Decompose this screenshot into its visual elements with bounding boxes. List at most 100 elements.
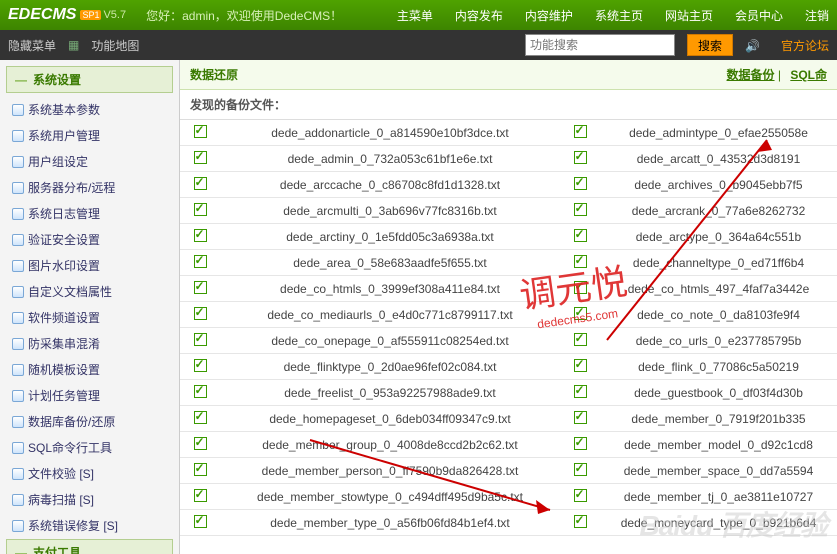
- table-row: dede_member_group_0_4008de8ccd2b2c62.txt…: [180, 432, 837, 458]
- forum-link[interactable]: 官方论坛: [781, 37, 829, 54]
- checkbox[interactable]: [574, 307, 587, 320]
- top-bar: EDECMS SP1 V5.7 您好：admin，欢迎使用DedeCMS！ 主菜…: [0, 0, 837, 30]
- sidebar-item[interactable]: 计划任务管理: [6, 383, 173, 409]
- content-area: 数据还原 数据备份 | SQL命 发现的备份文件： dede_addonarti…: [180, 60, 837, 554]
- nav-main[interactable]: 主菜单: [397, 7, 433, 24]
- link-backup[interactable]: 数据备份: [727, 68, 775, 82]
- checkbox[interactable]: [194, 437, 207, 450]
- checkbox[interactable]: [574, 281, 587, 294]
- filename-right: dede_moneycard_type_0_b921b6d4: [600, 516, 837, 530]
- checkbox[interactable]: [194, 307, 207, 320]
- checkbox[interactable]: [574, 489, 587, 502]
- sidebar-item[interactable]: 病毒扫描 [S]: [6, 487, 173, 513]
- table-row: dede_co_mediaurls_0_e4d0c771c8799117.txt…: [180, 302, 837, 328]
- checkbox[interactable]: [574, 437, 587, 450]
- checkbox[interactable]: [194, 333, 207, 346]
- checkbox[interactable]: [194, 411, 207, 424]
- filename-right: dede_member_tj_0_ae3811e10727: [600, 490, 837, 504]
- sidebar-item[interactable]: 系统用户管理: [6, 123, 173, 149]
- checkbox[interactable]: [574, 333, 587, 346]
- sidebar-item[interactable]: 系统错误修复 [S]: [6, 513, 173, 539]
- checkbox[interactable]: [194, 177, 207, 190]
- sidebar-item[interactable]: 文件校验 [S]: [6, 461, 173, 487]
- sidebar: —系统设置 系统基本参数系统用户管理用户组设定服务器分布/远程系统日志管理验证安…: [0, 60, 180, 554]
- table-row: dede_flinktype_0_2d0ae96fef02c084.txtded…: [180, 354, 837, 380]
- filename-left: dede_admin_0_732a053c61bf1e6e.txt: [220, 152, 560, 166]
- checkbox[interactable]: [194, 281, 207, 294]
- sidebar-item[interactable]: 软件频道设置: [6, 305, 173, 331]
- sidebar-group-payment[interactable]: —支付工具: [6, 539, 173, 554]
- checkbox[interactable]: [194, 463, 207, 476]
- filename-left: dede_arccache_0_c86708c8fd1d1328.txt: [220, 178, 560, 192]
- filename-left: dede_addonarticle_0_a814590e10bf3dce.txt: [220, 126, 560, 140]
- table-row: dede_co_onepage_0_af555911c08254ed.txtde…: [180, 328, 837, 354]
- search-button[interactable]: 搜索: [687, 34, 733, 56]
- top-nav: 主菜单 内容发布 内容维护 系统主页 网站主页 会员中心 注销: [397, 7, 829, 24]
- filename-right: dede_archives_0_b9045ebb7f5: [600, 178, 837, 192]
- sidebar-item[interactable]: 用户组设定: [6, 149, 173, 175]
- filename-left: dede_co_htmls_0_3999ef308a411e84.txt: [220, 282, 560, 296]
- nav-member[interactable]: 会员中心: [735, 7, 783, 24]
- checkbox[interactable]: [574, 255, 587, 268]
- sidebar-item[interactable]: 验证安全设置: [6, 227, 173, 253]
- table-row: dede_member_type_0_a56fb06fd84b1ef4.txtd…: [180, 510, 837, 536]
- checkbox[interactable]: [194, 229, 207, 242]
- checkbox[interactable]: [194, 489, 207, 502]
- sidebar-group-system[interactable]: —系统设置: [6, 66, 173, 93]
- filename-left: dede_arctiny_0_1e5fdd05c3a6938a.txt: [220, 230, 560, 244]
- filename-left: dede_arcmulti_0_3ab696v77fc8316b.txt: [220, 204, 560, 218]
- checkbox[interactable]: [194, 125, 207, 138]
- checkbox[interactable]: [574, 385, 587, 398]
- table-row: dede_addonarticle_0_a814590e10bf3dce.txt…: [180, 120, 837, 146]
- checkbox[interactable]: [194, 515, 207, 528]
- nav-publish[interactable]: 内容发布: [455, 7, 503, 24]
- filename-right: dede_member_model_0_d92c1cd8: [600, 438, 837, 452]
- hide-menu-link[interactable]: 隐藏菜单: [8, 37, 56, 54]
- checkbox[interactable]: [194, 359, 207, 372]
- checkbox[interactable]: [574, 203, 587, 216]
- logo-sp: SP1: [80, 10, 101, 20]
- filename-left: dede_member_person_0_ff7590b9da826428.tx…: [220, 464, 560, 478]
- checkbox[interactable]: [574, 515, 587, 528]
- checkbox[interactable]: [574, 359, 587, 372]
- nav-maintain[interactable]: 内容维护: [525, 7, 573, 24]
- filename-right: dede_guestbook_0_df03f4d30b: [600, 386, 837, 400]
- checkbox[interactable]: [574, 125, 587, 138]
- checkbox[interactable]: [574, 151, 587, 164]
- content-title: 数据还原: [190, 66, 238, 83]
- filename-right: dede_co_htmls_497_4faf7a3442e: [600, 282, 837, 296]
- link-sql[interactable]: SQL命: [790, 68, 827, 82]
- sitemap-link[interactable]: 功能地图: [91, 37, 139, 54]
- search-input[interactable]: [525, 34, 675, 56]
- filename-right: dede_co_note_0_da8103fe9f4: [600, 308, 837, 322]
- checkbox[interactable]: [194, 255, 207, 268]
- sidebar-item[interactable]: 服务器分布/远程: [6, 175, 173, 201]
- table-row: dede_arctiny_0_1e5fdd05c3a6938a.txtdede_…: [180, 224, 837, 250]
- sidebar-item[interactable]: 系统日志管理: [6, 201, 173, 227]
- content-title-bar: 数据还原 数据备份 | SQL命: [180, 60, 837, 90]
- checkbox[interactable]: [574, 177, 587, 190]
- nav-logout[interactable]: 注销: [805, 7, 829, 24]
- checkbox[interactable]: [194, 203, 207, 216]
- checkbox[interactable]: [574, 463, 587, 476]
- sound-icon: 🔊: [745, 39, 759, 51]
- filename-right: dede_member_space_0_dd7a5594: [600, 464, 837, 478]
- sidebar-item[interactable]: 图片水印设置: [6, 253, 173, 279]
- checkbox[interactable]: [194, 151, 207, 164]
- checkbox[interactable]: [574, 411, 587, 424]
- sidebar-item[interactable]: 系统基本参数: [6, 97, 173, 123]
- sidebar-item[interactable]: SQL命令行工具: [6, 435, 173, 461]
- table-row: dede_freelist_0_953a92257988ade9.txtdede…: [180, 380, 837, 406]
- sidebar-item[interactable]: 防采集串混淆: [6, 331, 173, 357]
- table-row: dede_co_htmls_0_3999ef308a411e84.txt dede…: [180, 276, 837, 302]
- checkbox[interactable]: [574, 229, 587, 242]
- sidebar-item[interactable]: 随机模板设置: [6, 357, 173, 383]
- nav-sitehome[interactable]: 网站主页: [665, 7, 713, 24]
- sub-bar: 隐藏菜单 ▦ 功能地图 搜索 🔊 官方论坛: [0, 30, 837, 60]
- checkbox[interactable]: [194, 385, 207, 398]
- nav-syshome[interactable]: 系统主页: [595, 7, 643, 24]
- table-row: dede_admin_0_732a053c61bf1e6e.txtdede_ar…: [180, 146, 837, 172]
- sidebar-item[interactable]: 自定义文档属性: [6, 279, 173, 305]
- sidebar-item[interactable]: 数据库备份/还原: [6, 409, 173, 435]
- filename-right: dede_member_0_7919f201b335: [600, 412, 837, 426]
